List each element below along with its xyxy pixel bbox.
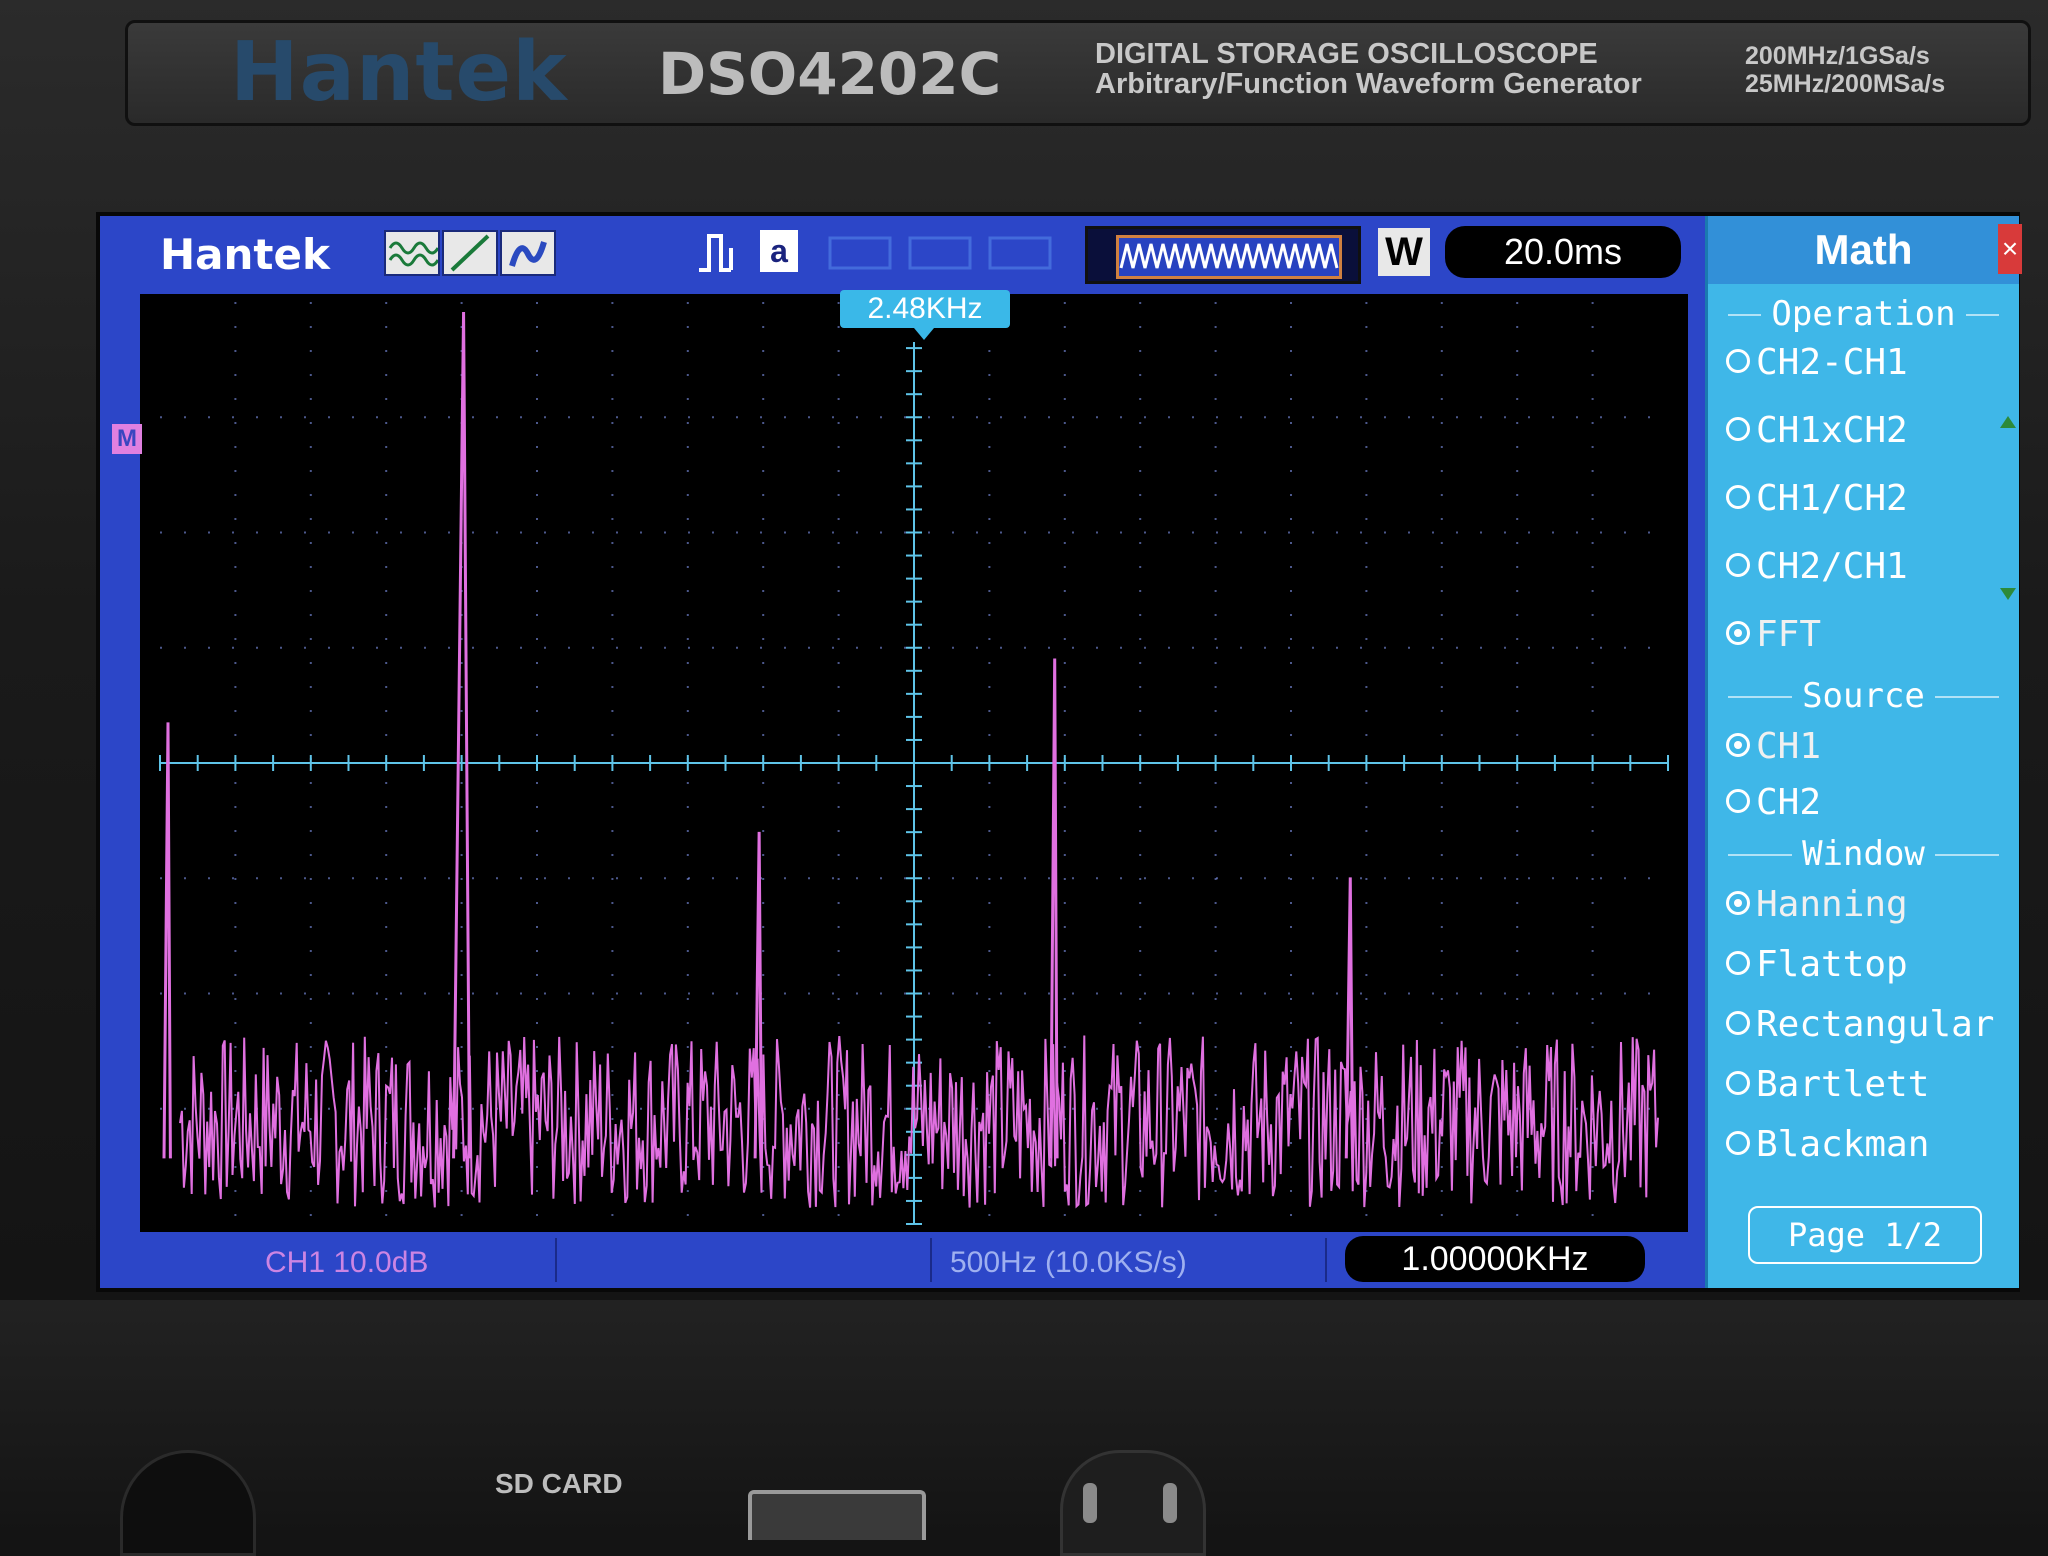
radio-selected-icon: [1726, 891, 1750, 915]
radio-icon: [1726, 553, 1750, 577]
option-fft[interactable]: FFT: [1726, 610, 2016, 660]
ch1-scale: CH1 10.0dB: [265, 1246, 429, 1279]
option-source-ch1[interactable]: CH1: [1726, 722, 2016, 772]
persist-icon[interactable]: [500, 230, 556, 276]
radio-selected-icon: [1726, 621, 1750, 645]
page-indicator-button[interactable]: Page 1/2: [1748, 1206, 1982, 1264]
option-ch2-div-ch1[interactable]: CH2/CH1: [1726, 542, 2016, 592]
math-menu: Math × Operation CH2-CH1 CH1xCH2 CH1/CH2…: [1705, 216, 2022, 1288]
ramp-icon[interactable]: [442, 230, 498, 276]
model-label: DSO4202C: [658, 40, 1002, 108]
timebase-readout: 20.0ms: [1445, 226, 1681, 278]
close-icon[interactable]: ×: [1998, 224, 2022, 274]
status-divider: [555, 1238, 557, 1282]
radio-selected-icon: [1726, 733, 1750, 757]
sd-card-label: SD CARD: [495, 1468, 623, 1499]
spec-line2: 25MHz/200MSa/s: [1745, 70, 1946, 98]
sample-rate: 500Hz (10.0KS/s): [950, 1246, 1187, 1279]
front-panel: [0, 1300, 2048, 1536]
waveform-grid: [140, 294, 1688, 1232]
option-ch1-times-ch2[interactable]: CH1xCH2: [1726, 406, 2016, 456]
fft-peak: [162, 722, 172, 1159]
menu-title: Math: [1708, 216, 2019, 284]
brand-logo: Hantek: [230, 25, 568, 120]
knob-grip: [1083, 1483, 1097, 1523]
option-bartlett[interactable]: Bartlett: [1726, 1060, 2016, 1110]
screen-logo: Hantek: [160, 230, 330, 279]
trigger-edge-icon[interactable]: [695, 228, 747, 276]
option-ch1-div-ch2[interactable]: CH1/CH2: [1726, 474, 2016, 524]
knob-grip: [1163, 1483, 1177, 1523]
section-operation: Operation: [1708, 294, 2019, 334]
spec-line1: 200MHz/1GSa/s: [1745, 42, 1930, 70]
status-divider: [1325, 1238, 1327, 1282]
control-knob[interactable]: [1060, 1450, 1206, 1556]
option-rectangular[interactable]: Rectangular: [1726, 1000, 2016, 1050]
radio-icon: [1726, 951, 1750, 975]
option-hanning[interactable]: Hanning: [1726, 880, 2016, 930]
radio-icon: [1726, 349, 1750, 373]
usb-port[interactable]: [748, 1490, 926, 1540]
radio-icon: [1726, 417, 1750, 441]
option-blackman[interactable]: Blackman: [1726, 1120, 2016, 1170]
radio-icon: [1726, 789, 1750, 813]
fft-noise-trace: [179, 1035, 1659, 1209]
scroll-down-icon[interactable]: [2000, 588, 2016, 600]
scroll-up-icon[interactable]: [2000, 416, 2016, 428]
cursor-arrow-icon: [914, 328, 934, 340]
option-flattop[interactable]: Flattop: [1726, 940, 2016, 990]
section-source: Source: [1708, 676, 2019, 716]
description-line2: Arbitrary/Function Waveform Generator: [1095, 68, 1642, 100]
section-window: Window: [1708, 834, 2019, 874]
radio-icon: [1726, 1011, 1750, 1035]
fft-plot: [159, 301, 1669, 1225]
status-divider: [930, 1238, 932, 1282]
math-marker[interactable]: M: [112, 424, 142, 454]
radio-icon: [1726, 1071, 1750, 1095]
timeline-window-icon: [1116, 235, 1342, 279]
radio-icon: [1726, 1131, 1750, 1155]
acquire-mode-badge[interactable]: a: [760, 230, 798, 272]
waveform-icon[interactable]: [384, 230, 440, 276]
description-line1: DIGITAL STORAGE OSCILLOSCOPE: [1095, 38, 1598, 70]
window-mode-badge[interactable]: W: [1378, 228, 1430, 276]
display-screen: Hantek a W 20.0ms 2.48KHz M CH1 10.0dB 5…: [96, 212, 2022, 1292]
radio-icon: [1726, 485, 1750, 509]
option-ch2-minus-ch1[interactable]: CH2-CH1: [1726, 338, 2016, 388]
top-status-bar: Hantek a W 20.0ms: [100, 216, 1705, 286]
inactive-status-icons: [828, 236, 1052, 270]
bottom-status-bar: CH1 10.0dB 500Hz (10.0KS/s) 1.00000KHz: [100, 1232, 1705, 1288]
frequency-counter: 1.00000KHz: [1345, 1236, 1645, 1282]
memory-timeline[interactable]: [1085, 226, 1361, 284]
option-source-ch2[interactable]: CH2: [1726, 778, 2016, 828]
cursor-frequency-tag[interactable]: 2.48KHz: [840, 290, 1010, 328]
